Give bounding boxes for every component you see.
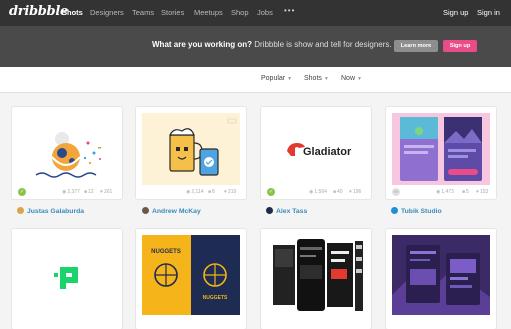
views-count: ◉1,564 <box>309 189 327 195</box>
dark-phones-illustration <box>273 239 363 311</box>
hero-tagline: Dribbble is show and tell for designers. <box>252 40 392 49</box>
shot-thumbnail-purple-app[interactable] <box>392 235 490 315</box>
dribbble-logo[interactable]: dribbble <box>9 4 68 19</box>
eye-icon: ◉ <box>62 189 67 195</box>
time-label: Now <box>341 75 356 82</box>
beer-phone-illustration <box>169 118 237 176</box>
hero-question: What are you working on? <box>152 40 253 49</box>
shot-card[interactable] <box>12 229 122 329</box>
type-label: Shots <box>304 75 322 82</box>
shot-stats: ∞ ◉1,473 ■5 ♥153 <box>392 188 490 198</box>
signup-link[interactable]: Sign up <box>443 8 468 17</box>
purple-app-illustration <box>392 235 490 315</box>
hero-signup-button[interactable]: Sign up <box>443 40 477 52</box>
comment-icon: ■ <box>208 189 212 195</box>
heart-icon: ♥ <box>100 189 103 195</box>
nav-stories[interactable]: Stories <box>161 8 184 17</box>
nav-shots[interactable]: Shots <box>62 8 83 17</box>
chevron-down-icon: ▼ <box>287 76 293 82</box>
author-link[interactable]: Tubik Studio <box>391 207 442 215</box>
nuggets-text-left: NUGGETS <box>151 249 181 255</box>
signin-link[interactable]: Sign in <box>477 8 500 17</box>
heart-icon: ♥ <box>349 189 352 195</box>
nav-jobs[interactable]: Jobs <box>257 8 273 17</box>
link-icon: ∞ <box>392 188 400 196</box>
shot-card[interactable] <box>386 229 496 329</box>
shot-thumbnail-nuggets[interactable]: NUGGETS NUGGETS <box>142 235 240 315</box>
likes-count: ♥196 <box>349 189 362 195</box>
shot-thumbnail-dark-phones[interactable] <box>267 235 365 315</box>
shot-card[interactable]: ✓ ◉2,377 ■12 ♥261 <box>12 107 122 199</box>
nav-meetups[interactable]: Meetups <box>194 8 223 17</box>
filter-bar: Popular ▼ Shots ▼ Now ▼ <box>0 67 511 93</box>
avatar <box>391 207 398 214</box>
views-count: ◉1,473 <box>436 189 454 195</box>
shot-thumbnail-app-screens[interactable] <box>392 113 490 185</box>
comments-count: ■5 <box>462 189 469 195</box>
app-screens-illustration <box>400 117 482 181</box>
sort-dropdown[interactable]: Popular ▼ <box>261 75 292 82</box>
eye-icon: ◉ <box>186 189 191 195</box>
sort-label: Popular <box>261 75 286 82</box>
comments-count: ■40 <box>333 189 343 195</box>
gladiator-logo-illustration: Gladiator <box>287 143 352 158</box>
views-count: ◉2,114 <box>186 189 204 195</box>
author-link[interactable]: Alex Tass <box>266 207 307 215</box>
shot-stats: ◉2,114 ■8 ♥219 <box>142 188 240 198</box>
gladiator-wordmark: Gladiator <box>303 146 352 158</box>
chevron-down-icon: ▼ <box>323 76 329 82</box>
avatar <box>17 207 24 214</box>
heart-icon: ♥ <box>224 189 227 195</box>
comment-icon: ■ <box>84 189 88 195</box>
shot-stats: ✓ ◉2,377 ■12 ♥261 <box>18 188 116 198</box>
avatar <box>142 207 149 214</box>
author-link[interactable]: Justas Galaburda <box>17 207 84 215</box>
author-link[interactable]: Andrew McKay <box>142 207 201 215</box>
avatar <box>266 207 273 214</box>
shot-thumbnail-green-logo[interactable] <box>18 235 116 315</box>
likes-count: ♥219 <box>224 189 237 195</box>
nav-teams[interactable]: Teams <box>132 8 154 17</box>
shot-card[interactable] <box>261 229 371 329</box>
type-dropdown[interactable]: Shots ▼ <box>304 75 329 82</box>
shot-card[interactable]: ∞ ◉1,473 ■5 ♥153 <box>386 107 496 199</box>
heart-icon: ♥ <box>476 189 479 195</box>
likes-count: ♥153 <box>476 189 489 195</box>
shot-card[interactable]: ◉2,114 ■8 ♥219 <box>136 107 246 199</box>
nav-designers[interactable]: Designers <box>90 8 124 17</box>
shot-card[interactable]: Gladiator ✓ ◉1,564 ■40 ♥196 <box>261 107 371 199</box>
nuggets-illustration: NUGGETS NUGGETS <box>142 235 240 315</box>
nav-shop[interactable]: Shop <box>231 8 249 17</box>
comment-icon: ■ <box>333 189 337 195</box>
check-icon: ✓ <box>267 188 275 196</box>
more-menu-icon[interactable]: ••• <box>284 6 295 15</box>
shot-card[interactable]: NUGGETS NUGGETS <box>136 229 246 329</box>
eye-icon: ◉ <box>309 189 314 195</box>
views-count: ◉2,377 <box>62 189 80 195</box>
comments-count: ■12 <box>84 189 94 195</box>
shot-thumbnail-bb8[interactable] <box>18 113 116 185</box>
eye-icon: ◉ <box>436 189 441 195</box>
chevron-down-icon: ▼ <box>357 76 362 82</box>
nuggets-text-right: NUGGETS <box>203 295 228 301</box>
shot-thumbnail-gladiator[interactable]: Gladiator <box>267 113 365 185</box>
hero-text: What are you working on? Dribbble is sho… <box>152 40 392 49</box>
check-icon: ✓ <box>18 188 26 196</box>
shot-thumbnail-beer-phone[interactable] <box>142 113 240 185</box>
comments-count: ■8 <box>208 189 215 195</box>
learn-more-button[interactable]: Learn more <box>394 40 438 52</box>
green-p-logo-illustration <box>54 267 78 289</box>
top-navigation-bar: dribbble Shots Designers Teams Stories M… <box>0 0 511 26</box>
bb8-illustration <box>35 132 101 178</box>
shot-stats: ✓ ◉1,564 ■40 ♥196 <box>267 188 365 198</box>
time-dropdown[interactable]: Now ▼ <box>341 75 362 82</box>
likes-count: ♥261 <box>100 189 113 195</box>
comment-icon: ■ <box>462 189 466 195</box>
